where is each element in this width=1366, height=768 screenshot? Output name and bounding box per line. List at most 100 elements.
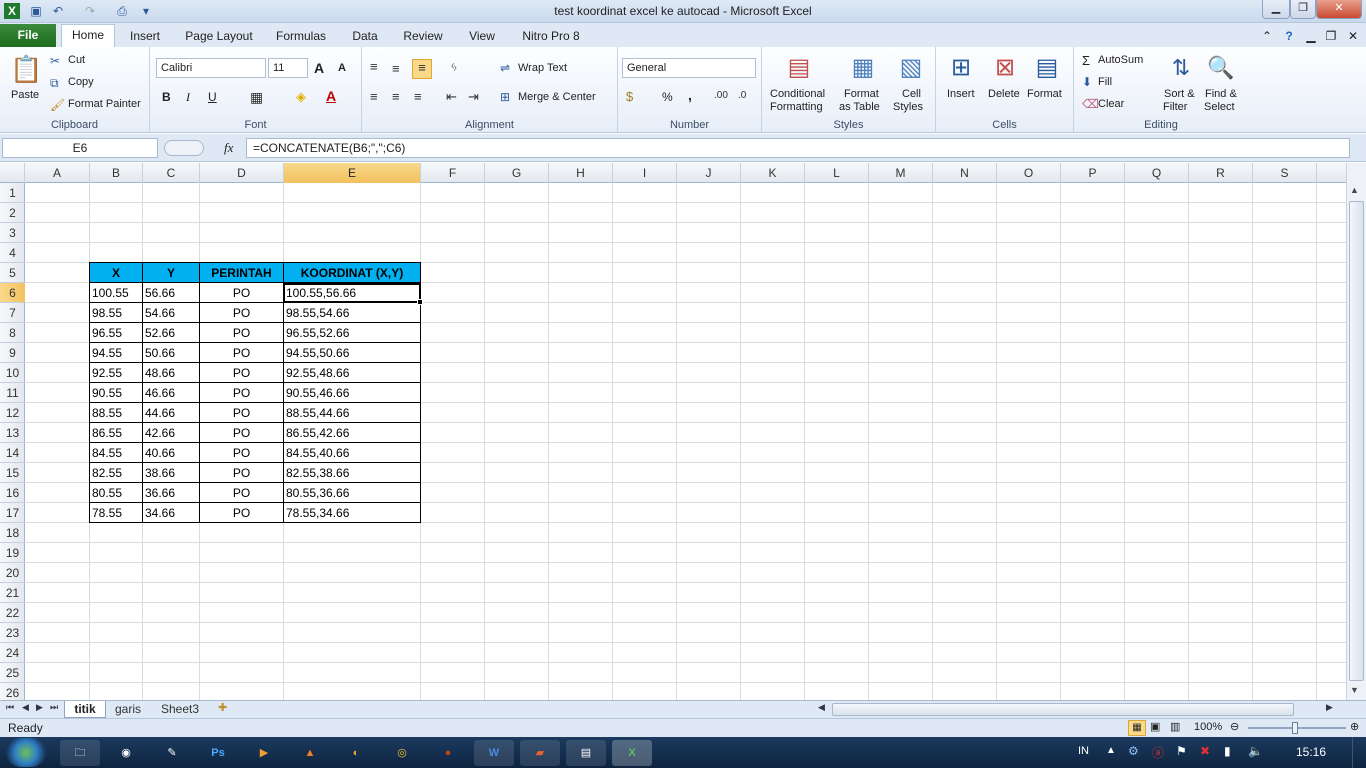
borders-icon[interactable]: ▦ [250, 89, 263, 106]
scroll-up-icon[interactable]: ▲ [1350, 185, 1359, 195]
sort-filter-button[interactable]: Sort & [1164, 88, 1195, 100]
cell-koordinat[interactable]: 90.55,46.66 [283, 383, 421, 403]
cell-x[interactable]: 78.55 [89, 503, 143, 523]
header-x[interactable]: X [89, 262, 143, 283]
row-header[interactable]: 24 [0, 643, 25, 663]
scroll-left-icon[interactable]: ◀ [818, 702, 825, 713]
insert-function-icon[interactable]: fx [224, 140, 233, 156]
tab-view[interactable]: View [462, 27, 502, 47]
column-header-e[interactable]: E [284, 163, 421, 183]
cell-x[interactable]: 86.55 [89, 423, 143, 443]
cell-perintah[interactable]: PO [199, 463, 284, 483]
cell-perintah[interactable]: PO [199, 343, 284, 363]
row-header[interactable]: 10 [0, 363, 25, 383]
column-header-s[interactable]: S [1253, 163, 1317, 183]
formula-input[interactable]: =CONCATENATE(B6;",";C6) [246, 138, 1350, 158]
align-top-icon[interactable]: ≡ [370, 59, 378, 74]
cell-koordinat[interactable]: 80.55,36.66 [283, 483, 421, 503]
tab-file[interactable]: File [0, 24, 56, 47]
column-header-g[interactable]: G [485, 163, 549, 183]
header-perintah[interactable]: PERINTAH [199, 262, 284, 283]
number-format-combo[interactable]: General [622, 58, 756, 78]
cell-x[interactable]: 98.55 [89, 303, 143, 323]
align-left-icon[interactable]: ≡ [370, 89, 378, 104]
font-name-combo[interactable]: Calibri [156, 58, 266, 78]
accounting-format-icon[interactable]: $ [626, 89, 633, 104]
app-icon[interactable]: ✎ [152, 740, 192, 766]
cell-x[interactable]: 80.55 [89, 483, 143, 503]
copy-button[interactable]: Copy [68, 76, 94, 88]
row-header[interactable]: 3 [0, 223, 25, 243]
column-header-m[interactable]: M [869, 163, 933, 183]
horizontal-scroll-thumb[interactable] [832, 703, 1294, 716]
minimize-button[interactable]: ▁ [1262, 0, 1290, 19]
cell-koordinat[interactable]: 86.55,42.66 [283, 423, 421, 443]
chrome-icon[interactable]: ◎ [382, 740, 422, 766]
page-break-view-icon[interactable]: ▥ [1170, 720, 1180, 733]
cell-y[interactable]: 38.66 [142, 463, 200, 483]
column-header-q[interactable]: Q [1125, 163, 1189, 183]
cell-x[interactable]: 88.55 [89, 403, 143, 423]
firefox-icon[interactable]: ◉ [106, 740, 146, 766]
zoom-level[interactable]: 100% [1194, 721, 1222, 733]
format-painter-button[interactable]: Format Painter [68, 98, 141, 110]
cell-y[interactable]: 54.66 [142, 303, 200, 323]
row-header[interactable]: 8 [0, 323, 25, 343]
column-header-l[interactable]: L [805, 163, 869, 183]
cell-koordinat[interactable]: 84.55,40.66 [283, 443, 421, 463]
cell-perintah[interactable]: PO [199, 503, 284, 523]
column-header-d[interactable]: D [200, 163, 284, 183]
decrease-indent-icon[interactable]: ⇤ [446, 89, 457, 105]
media-icon[interactable]: ◐ [336, 740, 376, 766]
row-header[interactable]: 22 [0, 603, 25, 623]
row-header[interactable]: 16 [0, 483, 25, 503]
row-header[interactable]: 23 [0, 623, 25, 643]
close-button[interactable]: ✕ [1316, 0, 1362, 19]
header-y[interactable]: Y [142, 262, 200, 283]
wrap-text-button[interactable]: Wrap Text [518, 62, 567, 74]
cell-koordinat[interactable]: 98.55,54.66 [283, 303, 421, 323]
column-header-k[interactable]: K [741, 163, 805, 183]
next-sheet-icon[interactable]: ▶ [36, 702, 43, 713]
fill-color-icon[interactable]: ◈ [296, 89, 306, 105]
cell-y[interactable]: 44.66 [142, 403, 200, 423]
percent-button[interactable]: % [662, 90, 673, 104]
shrink-font-icon[interactable]: A [338, 62, 346, 74]
column-header-j[interactable]: J [677, 163, 741, 183]
zoom-out-icon[interactable]: ⊖ [1230, 720, 1239, 733]
column-header-r[interactable]: R [1189, 163, 1253, 183]
column-header-n[interactable]: N [933, 163, 997, 183]
zoom-in-icon[interactable]: ⊕ [1350, 720, 1359, 733]
page-layout-view-icon[interactable]: ▣ [1150, 720, 1160, 733]
cell-perintah[interactable]: PO [199, 403, 284, 423]
nitro-icon[interactable]: ▰ [520, 740, 560, 766]
row-header[interactable]: 7 [0, 303, 25, 323]
vlc-icon[interactable]: ▲ [290, 740, 330, 766]
cell-perintah[interactable]: PO [199, 443, 284, 463]
cell-y[interactable]: 48.66 [142, 363, 200, 383]
worksheet-grid[interactable]: X Y PERINTAH KOORDINAT (X,Y) 100.55 56.6… [25, 183, 1346, 700]
cell-y[interactable]: 56.66 [142, 283, 200, 303]
clear-button[interactable]: Clear [1098, 98, 1124, 110]
explorer-icon[interactable]: 🗀 [60, 740, 100, 766]
column-header-o[interactable]: O [997, 163, 1061, 183]
cell-y[interactable]: 46.66 [142, 383, 200, 403]
row-header[interactable]: 15 [0, 463, 25, 483]
row-header[interactable]: 20 [0, 563, 25, 583]
autosum-button[interactable]: AutoSum [1098, 54, 1143, 66]
tab-home[interactable]: Home [61, 24, 115, 47]
action-center-icon[interactable]: ⚑ [1176, 744, 1187, 758]
row-header[interactable]: 17 [0, 503, 25, 523]
prev-sheet-icon[interactable]: ◀ [22, 702, 29, 713]
cell-y[interactable]: 36.66 [142, 483, 200, 503]
row-header[interactable]: 1 [0, 183, 25, 203]
tab-formulas[interactable]: Formulas [272, 27, 330, 47]
cell-perintah[interactable]: PO [199, 283, 284, 303]
row-header[interactable]: 6 [0, 283, 25, 303]
delete-cells-button[interactable]: Delete [988, 88, 1020, 100]
tab-data[interactable]: Data [346, 27, 384, 47]
fill-button[interactable]: Fill [1098, 76, 1112, 88]
fill-handle[interactable] [417, 299, 423, 305]
media-player-icon[interactable]: ▶ [244, 740, 284, 766]
notepad-icon[interactable]: ▤ [566, 740, 606, 766]
